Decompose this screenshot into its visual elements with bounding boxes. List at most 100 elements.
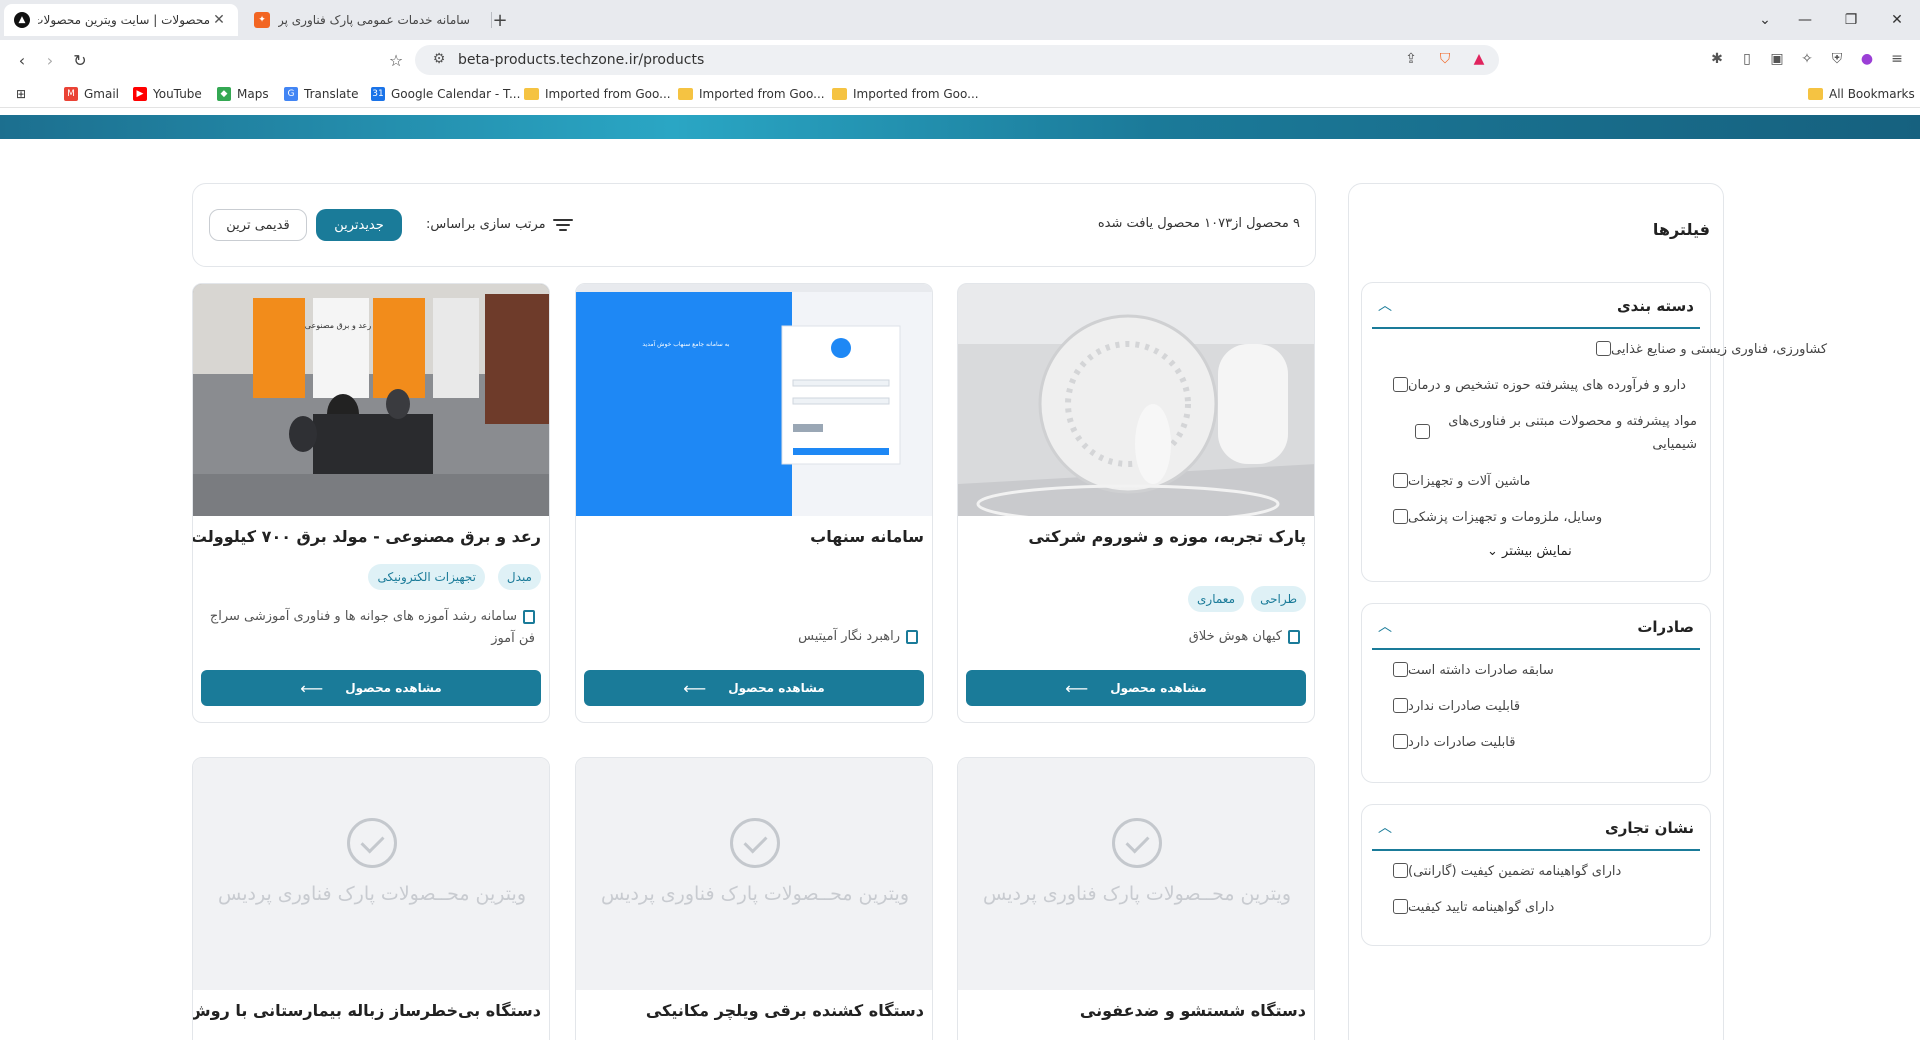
product-title[interactable]: پارک تجربه، موزه و شوروم شرکتی (1028, 527, 1306, 546)
placeholder-text: ویترین محــصولات پارک فناوری پردیس (982, 883, 1291, 905)
site-info-icon[interactable]: ⚙ (428, 48, 450, 70)
filter-option[interactable]: مواد پیشرفته و محصولات مبتنی بر فناوری‌ه… (1407, 410, 1697, 456)
checkbox[interactable] (1393, 863, 1408, 878)
filter-option[interactable]: دارو و فرآورده های پیشرفته حوزه تشخیص و … (1385, 374, 1697, 397)
sort-label: مرتب سازی براساس: (426, 217, 546, 232)
calendar-icon: 31 (371, 87, 385, 101)
rewards-icon[interactable]: ▲ (1468, 48, 1490, 70)
bookmark-folder[interactable]: Imported from Goo... (524, 84, 671, 104)
product-image[interactable] (958, 284, 1314, 516)
show-more-link[interactable]: نمایش بیشتر ⌄ (1487, 544, 1572, 559)
checkbox[interactable] (1393, 377, 1408, 392)
filter-group-header[interactable]: دسته بندی ︿ (1372, 283, 1700, 329)
company-name: کیهان هوش خلاق (1188, 629, 1282, 644)
bookmark-calendar[interactable]: 31 Google Calendar - T... (371, 84, 520, 104)
bookmark-label: Imported from Goo... (853, 87, 979, 101)
product-title[interactable]: رعد و برق مصنوعی - مولد برق ۷۰۰ کیلوولت (193, 527, 541, 546)
bookmark-translate[interactable]: G Translate (284, 84, 359, 104)
product-company: راهبرد نگار آمیتیس (798, 626, 918, 648)
bookmark-gmail[interactable]: M Gmail (64, 84, 119, 104)
bookmark-label: All Bookmarks (1829, 87, 1915, 101)
close-window-button[interactable]: ✕ (1874, 0, 1920, 40)
sort-oldest-button[interactable]: قدیمی ترین (209, 209, 307, 241)
minimize-button[interactable]: — (1782, 0, 1828, 40)
filter-option[interactable]: کشاورزی، فناوری زیستی و صنایع غذایی (1588, 338, 1900, 361)
login-screenshot: به سامانه جامع سنهاب خوش آمدید (576, 284, 932, 516)
product-tag[interactable]: تجهیزات الکترونیکی (368, 564, 485, 590)
extensions-icon[interactable]: ✱ (1706, 48, 1728, 70)
checkbox[interactable] (1393, 509, 1408, 524)
product-title[interactable]: سامانه سنهاب (810, 527, 924, 546)
company-name: سامانه رشد آموزه های جوانه ها و فناوری آ… (209, 609, 535, 646)
product-tag[interactable]: مبدل (497, 564, 541, 590)
sort-newest-button[interactable]: جدیدترین (316, 209, 402, 241)
filter-option[interactable]: دارای گواهینامه تضمین کیفیت (گارانتی) (1385, 860, 1697, 883)
product-company: کیهان هوش خلاق (1189, 626, 1300, 648)
filter-option[interactable]: دارای گواهینامه تایید کیفیت (1385, 896, 1697, 919)
bookmark-maps[interactable]: ◆ Maps (217, 84, 269, 104)
checkbox[interactable] (1393, 662, 1408, 677)
forward-icon[interactable]: › (38, 48, 62, 72)
menu-icon[interactable]: ≡ (1886, 48, 1908, 70)
leo-icon[interactable]: ✧ (1796, 48, 1818, 70)
checkbox[interactable] (1596, 341, 1611, 356)
bookmark-label: Imported from Goo... (545, 87, 671, 101)
url-text[interactable]: beta-products.techzone.ir/products (458, 51, 704, 69)
chevron-up-icon[interactable]: ︿ (1378, 817, 1392, 837)
reload-icon[interactable]: ↻ (68, 48, 92, 72)
filter-group-label: نشان تجاری (1604, 819, 1694, 837)
apps-icon[interactable]: ⊞ (16, 84, 26, 104)
sidebar-icon[interactable]: ▯ (1736, 48, 1758, 70)
tab-products[interactable]: ▲ محصولات | سایت ویترین محصولات ✕ (4, 4, 238, 36)
checkbox[interactable] (1393, 899, 1408, 914)
view-product-button[interactable]: مشاهده محصول ⟵ (584, 670, 924, 706)
filter-option[interactable]: قابلیت صادرات ندارد (1385, 695, 1697, 718)
product-tag[interactable]: معماری (1188, 586, 1244, 612)
tab-public-services[interactable]: ✦ سامانه خدمات عمومی پارک فناوری پر (244, 4, 484, 36)
filter-option[interactable]: سابقه صادرات داشته است (1385, 659, 1697, 682)
filter-option[interactable]: ماشین آلات و تجهیزات (1385, 470, 1697, 493)
filter-option-label: قابلیت صادرات دارد (1408, 735, 1516, 750)
bookmark-youtube[interactable]: ▶ YouTube (133, 84, 202, 104)
new-tab-button[interactable]: + (488, 6, 512, 34)
wallet-icon[interactable]: ▣ (1766, 48, 1788, 70)
bookmark-icon[interactable]: ☆ (384, 48, 408, 72)
product-image-placeholder[interactable]: ویترین محــصولات پارک فناوری پردیس (193, 758, 549, 990)
close-tab-icon[interactable]: ✕ (210, 12, 228, 28)
product-image-placeholder[interactable]: ویترین محــصولات پارک فناوری پردیس (576, 758, 932, 990)
park-logo-icon (730, 818, 780, 868)
tab-title: سامانه خدمات عمومی پارک فناوری پر (278, 13, 470, 27)
filter-option-label: وسایل، ملزومات و تجهیزات پزشکی (1408, 510, 1603, 525)
back-icon[interactable]: ‹ (10, 48, 34, 72)
product-title[interactable]: دستگاه کشنده برقی ویلچر مکانیکی (646, 1001, 924, 1020)
view-product-button[interactable]: مشاهده محصول ⟵ (201, 670, 541, 706)
checkbox[interactable] (1393, 734, 1408, 749)
bookmark-folder[interactable]: Imported from Goo... (832, 84, 979, 104)
checkbox[interactable] (1393, 698, 1408, 713)
product-image[interactable]: به سامانه جامع سنهاب خوش آمدید (576, 284, 932, 516)
filter-group-header[interactable]: نشان تجاری ︿ (1372, 805, 1700, 851)
image-caption: به سامانه جامع سنهاب خوش آمدید (642, 339, 730, 348)
brave-shield-icon[interactable]: ⛉ (1434, 48, 1456, 70)
filter-option[interactable]: وسایل، ملزومات و تجهیزات پزشکی (1385, 506, 1697, 529)
chevron-up-icon[interactable]: ︿ (1378, 295, 1392, 315)
product-image-placeholder[interactable]: ویترین محــصولات پارک فناوری پردیس (958, 758, 1314, 990)
profile-icon[interactable]: ● (1856, 48, 1878, 70)
chevron-down-icon: ⌄ (1487, 544, 1498, 559)
vpn-icon[interactable]: ⛨ (1826, 48, 1848, 70)
all-bookmarks[interactable]: All Bookmarks (1808, 84, 1915, 104)
restore-button[interactable]: ❐ (1828, 0, 1874, 40)
filters-title: فیلترها (1652, 220, 1710, 239)
product-image[interactable]: رعد و برق مصنوعی (193, 284, 549, 516)
share-icon[interactable]: ⇪ (1400, 48, 1422, 70)
filter-group-header[interactable]: صادرات ︿ (1372, 604, 1700, 650)
view-product-button[interactable]: مشاهده محصول ⟵ (966, 670, 1306, 706)
checkbox[interactable] (1393, 473, 1408, 488)
bookmark-folder[interactable]: Imported from Goo... (678, 84, 825, 104)
product-tag[interactable]: طراحی (1251, 586, 1306, 612)
checkbox[interactable] (1415, 424, 1430, 439)
product-title[interactable]: دستگاه بی‌خطرساز زباله بیمارستانی با روش… (193, 1001, 541, 1020)
filter-option[interactable]: قابلیت صادرات دارد (1385, 731, 1697, 754)
chevron-up-icon[interactable]: ︿ (1378, 616, 1392, 636)
product-title[interactable]: دستگاه شستشو و ضدعفونی (1080, 1001, 1306, 1020)
